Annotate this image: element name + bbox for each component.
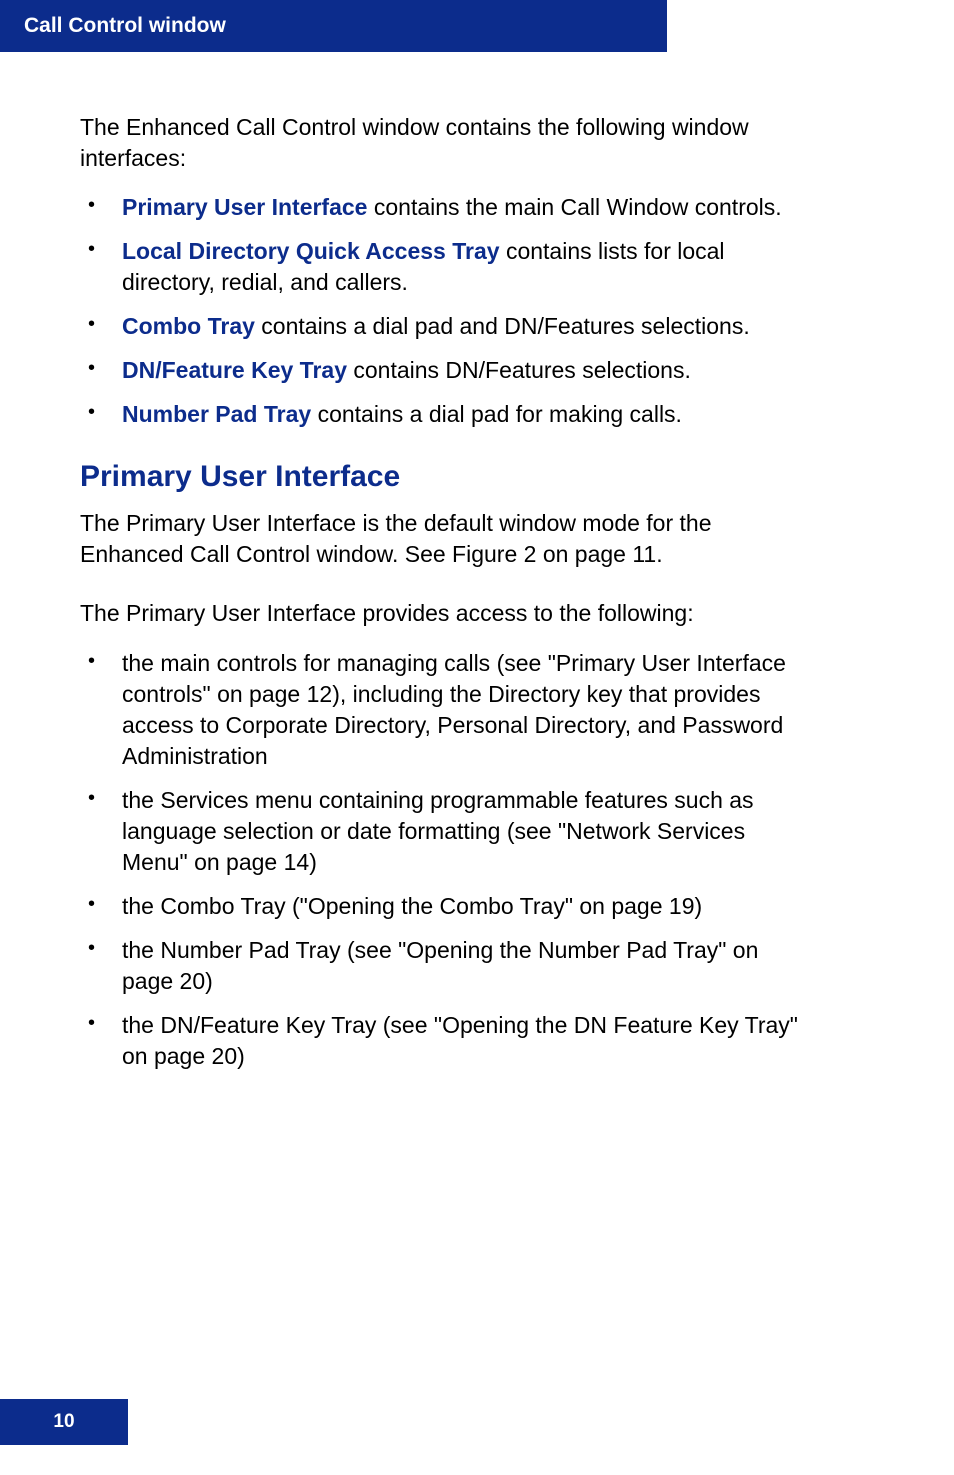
section-heading: Primary User Interface — [80, 460, 800, 494]
link-primary-user-interface[interactable]: Primary User Interface — [122, 194, 367, 220]
page-number-bar: 10 — [0, 1399, 128, 1445]
access-list: the main controls for managing calls (se… — [80, 648, 800, 1073]
paragraph: The Primary User Interface is the defaul… — [80, 508, 800, 570]
header-title: Call Control window — [24, 14, 226, 37]
list-item: the DN/Feature Key Tray (see "Opening th… — [80, 1010, 800, 1072]
list-item: DN/Feature Key Tray contains DN/Features… — [80, 355, 800, 386]
list-item: Primary User Interface contains the main… — [80, 192, 800, 223]
link-dn-feature-key-tray[interactable]: DN/Feature Key Tray — [122, 357, 347, 383]
list-item: Combo Tray contains a dial pad and DN/Fe… — [80, 311, 800, 342]
interface-list: Primary User Interface contains the main… — [80, 192, 800, 430]
list-item: the Number Pad Tray (see "Opening the Nu… — [80, 935, 800, 997]
list-item-text: contains the main Call Window controls. — [367, 194, 781, 220]
link-number-pad-tray[interactable]: Number Pad Tray — [122, 401, 311, 427]
page-content: The Enhanced Call Control window contain… — [0, 52, 880, 1072]
link-local-directory-tray[interactable]: Local Directory Quick Access Tray — [122, 238, 500, 264]
list-item-text: contains a dial pad for making calls. — [311, 401, 682, 427]
link-combo-tray[interactable]: Combo Tray — [122, 313, 255, 339]
list-item: the Combo Tray ("Opening the Combo Tray"… — [80, 891, 800, 922]
paragraph: The Primary User Interface provides acce… — [80, 598, 800, 629]
page-number: 10 — [53, 1411, 74, 1432]
list-item-text: contains a dial pad and DN/Features sele… — [255, 313, 750, 339]
list-item-text: contains DN/Features selections. — [347, 357, 691, 383]
page-header: Call Control window — [0, 0, 667, 52]
list-item: the main controls for managing calls (se… — [80, 648, 800, 772]
list-item: Number Pad Tray contains a dial pad for … — [80, 399, 800, 430]
list-item: Local Directory Quick Access Tray contai… — [80, 236, 800, 298]
intro-text: The Enhanced Call Control window contain… — [80, 112, 800, 174]
list-item: the Services menu containing programmabl… — [80, 785, 800, 878]
